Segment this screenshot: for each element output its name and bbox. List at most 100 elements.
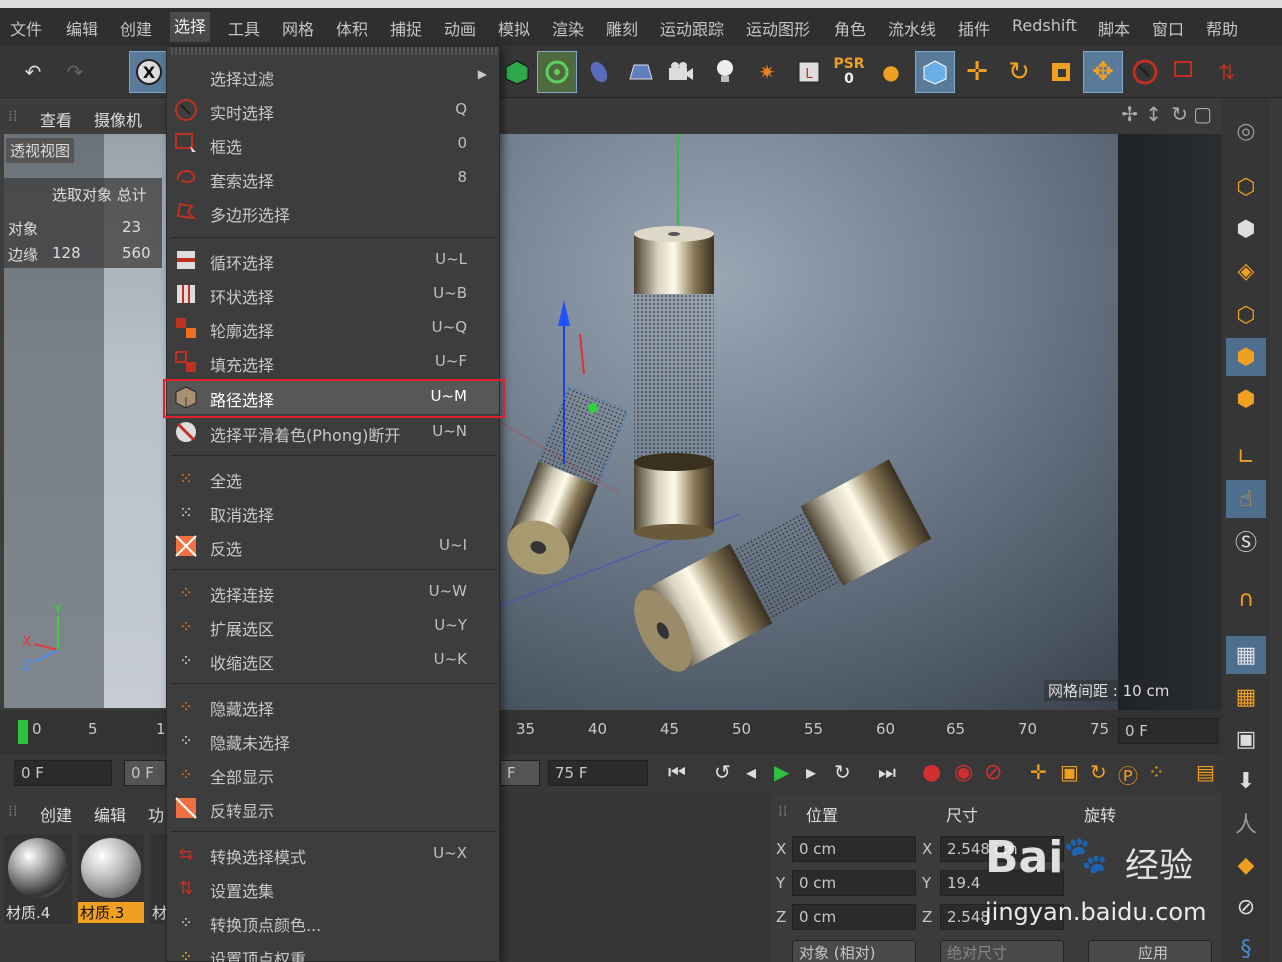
menu-help[interactable]: 帮助 xyxy=(1206,16,1238,40)
cloner-icon[interactable] xyxy=(537,51,577,93)
start-frame-field[interactable]: 0 F xyxy=(14,760,112,786)
goto-start-icon[interactable]: ⏮ xyxy=(668,760,686,784)
goto-end-icon[interactable]: ⏭ xyxy=(878,760,896,784)
next-frame-icon[interactable]: ▸ xyxy=(806,760,816,784)
move-icon[interactable]: ✛ xyxy=(958,52,996,92)
menu-item-unhide-all[interactable]: ⁘ 全部显示 xyxy=(167,757,499,791)
menu-motion-tracker[interactable]: 运动跟踪 xyxy=(660,16,724,40)
rect-select-tool-icon[interactable] xyxy=(1166,52,1204,92)
position-z-field[interactable]: 0 cm xyxy=(792,904,916,930)
material-swatch[interactable]: 材质.4 xyxy=(4,834,72,924)
viewport-3d[interactable]: 网格间距 : 10 cm xyxy=(500,134,1222,710)
menu-pipeline[interactable]: 流水线 xyxy=(888,16,936,40)
menu-item-outline-select[interactable]: 轮廓选择 U~Q xyxy=(167,311,499,345)
sculpt-icon[interactable]: ◆ xyxy=(1226,846,1266,884)
menu-character[interactable]: 角色 xyxy=(834,16,866,40)
playhead[interactable] xyxy=(18,720,28,744)
snap-icon[interactable]: ∩ xyxy=(1226,580,1266,618)
menu-simulate[interactable]: 模拟 xyxy=(498,16,530,40)
prev-key-icon[interactable]: ↺ xyxy=(714,760,731,784)
key-pla-icon[interactable]: ⁘ xyxy=(1148,760,1165,784)
next-key-icon[interactable]: ↻ xyxy=(834,760,851,784)
camera-icon[interactable] xyxy=(662,52,700,92)
points-mode-icon[interactable]: ⬡ xyxy=(1226,296,1266,334)
auto-key-icon[interactable]: ◉ xyxy=(954,760,973,785)
x-axis-lock-icon[interactable]: X xyxy=(129,51,169,93)
coord-mode-dropdown[interactable]: 对象 (相对) xyxy=(792,940,916,962)
preview-end-field[interactable]: F xyxy=(500,760,540,786)
menu-select[interactable]: 选择 xyxy=(170,12,211,42)
menu-redshift[interactable]: Redshift xyxy=(1012,16,1077,35)
record-icon[interactable]: ● xyxy=(922,760,941,785)
menu-create[interactable]: 创建 xyxy=(120,16,152,40)
size-mode-dropdown[interactable]: 绝对尺寸 xyxy=(940,940,1064,962)
timeline-settings-icon[interactable]: ▤ xyxy=(1196,760,1215,784)
live-select-tool-icon[interactable] xyxy=(1126,52,1164,92)
menu-item-invert-visibility[interactable]: 反转显示 xyxy=(167,791,499,825)
material-tab-create[interactable]: 创建 xyxy=(40,802,72,826)
workplane-icon[interactable]: ◎ xyxy=(1226,112,1266,150)
orbit-icon[interactable]: ↻ xyxy=(1171,102,1188,126)
model-mode-icon[interactable] xyxy=(915,51,955,93)
menu-sculpt[interactable]: 雕刻 xyxy=(606,16,638,40)
menu-file[interactable]: 文件 xyxy=(10,16,42,40)
no-entry-icon[interactable]: ⊘ xyxy=(1226,888,1266,926)
cube-object-icon[interactable] xyxy=(498,52,536,92)
deformer-icon[interactable] xyxy=(580,52,618,92)
edges-mode-icon[interactable]: ⬢ xyxy=(1226,338,1266,376)
end-frame-field[interactable]: 75 F xyxy=(548,760,648,786)
solo-icon[interactable]: Ⓢ xyxy=(1226,522,1266,560)
menu-item-selection-filter[interactable]: 选择过滤 ▶ xyxy=(167,59,499,93)
position-x-field[interactable]: 0 cm xyxy=(792,836,916,862)
light-icon[interactable] xyxy=(706,52,744,92)
menu-item-phong-break[interactable]: 选择平滑着色(Phong)断开 U~N xyxy=(167,415,499,449)
viewport-menu-camera[interactable]: 摄像机 xyxy=(94,107,142,131)
menu-item-polygon-select[interactable]: 多边形选择 xyxy=(167,195,499,229)
material-tab-edit[interactable]: 编辑 xyxy=(94,802,126,826)
menu-item-deselect[interactable]: ⁙ 取消选择 xyxy=(167,495,499,529)
play-icon[interactable]: ▶ xyxy=(774,760,789,784)
apply-button[interactable]: 应用 xyxy=(1088,940,1212,962)
menu-plugins[interactable]: 插件 xyxy=(958,16,990,40)
effector-icon[interactable]: ✷ xyxy=(748,52,786,92)
menu-item-vertex-color[interactable]: ⁘ 转换顶点颜色... xyxy=(167,905,499,939)
menu-item-grow-selection[interactable]: ⁘ 扩展选区 U~Y xyxy=(167,609,499,643)
menu-item-fill-select[interactable]: 填充选择 U~F xyxy=(167,345,499,379)
render-view-icon[interactable]: ▣ xyxy=(1226,720,1266,758)
viewport-menu-view[interactable]: 查看 xyxy=(40,107,72,131)
arrows-tool-icon[interactable]: ⇅ xyxy=(1208,52,1246,92)
uv-icon[interactable]: L xyxy=(790,52,828,92)
menu-item-hide-selected[interactable]: ⁘ 隐藏选择 xyxy=(167,689,499,723)
menu-item-rect-select[interactable]: 框选 0 xyxy=(167,127,499,161)
grid-lock-icon[interactable]: ▦ xyxy=(1226,636,1266,674)
menu-script[interactable]: 脚本 xyxy=(1098,16,1130,40)
menu-mesh[interactable]: 网格 xyxy=(282,16,314,40)
python-icon[interactable]: § xyxy=(1226,930,1266,962)
texture-mode-icon[interactable]: ⬢ xyxy=(1226,210,1266,248)
menu-item-set-selection[interactable]: ⇅ 设置选集 xyxy=(167,871,499,905)
menu-item-ring-select[interactable]: 环状选择 U~B xyxy=(167,277,499,311)
menu-mograph[interactable]: 运动图形 xyxy=(746,16,810,40)
menu-render[interactable]: 渲染 xyxy=(552,16,584,40)
tearoff-handle[interactable] xyxy=(171,47,497,55)
menu-item-lasso-select[interactable]: 套索选择 8 xyxy=(167,161,499,195)
menu-animate[interactable]: 动画 xyxy=(444,16,476,40)
floor-icon[interactable] xyxy=(622,52,660,92)
polygons-mode-icon[interactable]: ⬢ xyxy=(1226,380,1266,418)
pan-icon[interactable]: ✢ xyxy=(1121,102,1138,126)
menu-volume[interactable]: 体积 xyxy=(336,16,368,40)
menu-item-invert[interactable]: 反选 U~I xyxy=(167,529,499,563)
menu-edit[interactable]: 编辑 xyxy=(66,16,98,40)
menu-item-shrink-selection[interactable]: ⁘ 收缩选区 U~K xyxy=(167,643,499,677)
current-frame-field[interactable]: 0 F xyxy=(1118,718,1218,744)
position-y-field[interactable]: 0 cm xyxy=(792,870,916,896)
key-rotation-icon[interactable]: ↻ xyxy=(1090,760,1107,784)
menu-item-convert-selection[interactable]: ⇆ 转换选择模式 U~X xyxy=(167,837,499,871)
maximize-icon[interactable]: ▢ xyxy=(1193,102,1212,126)
menu-tools[interactable]: 工具 xyxy=(228,16,260,40)
key-scale-icon[interactable]: ▣ xyxy=(1060,760,1079,784)
key-param-icon[interactable]: Ⓟ xyxy=(1118,760,1138,789)
axis-mode-icon[interactable]: ∟ xyxy=(1226,438,1266,476)
menu-item-hide-unselected[interactable]: ⁘ 隐藏未选择 xyxy=(167,723,499,757)
rotate-icon[interactable]: ↻ xyxy=(1000,52,1038,92)
